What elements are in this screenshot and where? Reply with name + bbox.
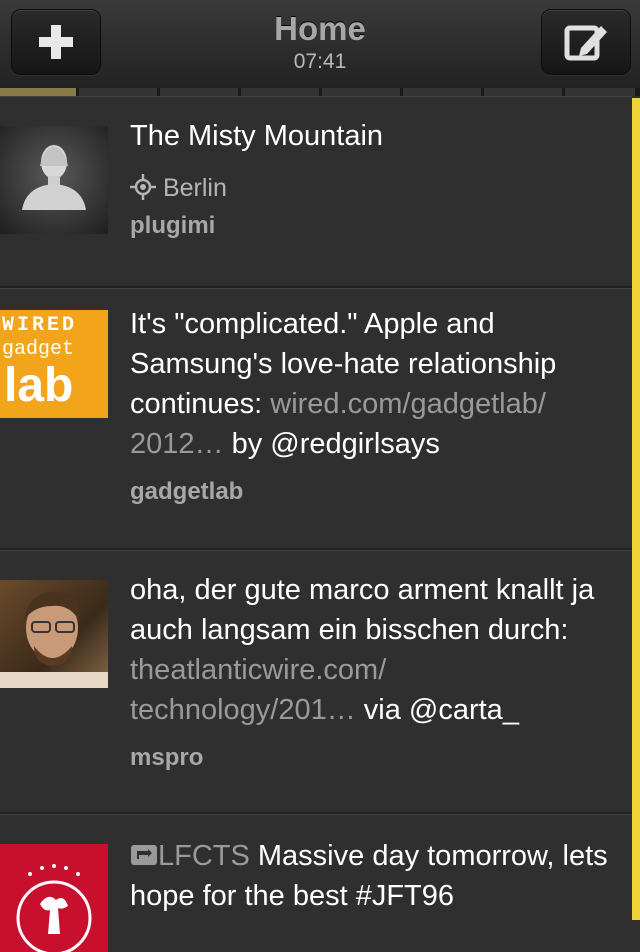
tweet-text: oha, der gute marco arment knallt ja auc… — [130, 570, 620, 730]
tweet-text: It's "complicated." Apple and Samsung's … — [130, 304, 620, 464]
tweet-text-end: via @carta_ — [355, 694, 519, 726]
liverpool-crest-icon — [16, 864, 92, 952]
avatar[interactable] — [0, 844, 108, 952]
tweet-content: LFCTS Massive day tomorrow, lets hope fo… — [130, 836, 620, 916]
compose-button[interactable] — [541, 9, 631, 75]
retweet-icon — [131, 845, 157, 865]
scroll-position-indicator — [632, 98, 640, 920]
location-crosshair-icon — [130, 174, 156, 200]
tweet-content: The Misty Mountain Berlin plugimi — [130, 116, 620, 240]
tab-indicator[interactable] — [403, 88, 481, 96]
tab-indicator[interactable] — [241, 88, 319, 96]
tab-indicator[interactable] — [160, 88, 238, 96]
location-line[interactable]: Berlin — [130, 168, 620, 208]
tweet-username[interactable]: mspro — [130, 744, 620, 772]
tweet-text-start: oha, der gute marco arment knallt ja auc… — [130, 574, 595, 646]
tweet-row[interactable]: LFCTS Massive day tomorrow, lets hope fo… — [0, 814, 632, 952]
avatar[interactable] — [0, 126, 108, 234]
lab-logo-text: lab — [4, 359, 74, 412]
tweet-row[interactable]: oha, der gute marco arment knallt ja auc… — [0, 550, 632, 814]
gadget-logo-text: gadget — [2, 338, 75, 361]
location-name: Berlin — [162, 174, 227, 202]
timeline-feed: The Misty Mountain Berlin plugimi WIRED … — [0, 96, 632, 952]
tab-indicator[interactable] — [322, 88, 400, 96]
tweet-text: LFCTS Massive day tomorrow, lets hope fo… — [130, 836, 620, 916]
retweeted-by[interactable]: LFCTS — [158, 840, 250, 872]
tweet-text-end: by @redgirlsays — [223, 428, 440, 460]
tab-indicator[interactable] — [484, 88, 562, 96]
tab-indicator[interactable] — [79, 88, 157, 96]
bust-sculpture-icon — [22, 145, 86, 210]
person-photo-icon — [0, 591, 108, 688]
navigation-bar: Home 07:41 — [0, 0, 640, 89]
tab-indicator[interactable] — [0, 88, 76, 96]
avatar[interactable] — [0, 580, 108, 688]
avatar[interactable]: WIRED gadget lab — [0, 310, 108, 418]
tweet-link[interactable]: theatlanticwire.com/ technology/201… — [130, 654, 386, 726]
wired-logo-text: WIRED — [2, 314, 78, 337]
timeline-tab-stripe — [0, 88, 640, 96]
tweet-username[interactable]: gadgetlab — [130, 478, 620, 506]
compose-icon — [564, 25, 607, 61]
tweet-content: It's "complicated." Apple and Samsung's … — [130, 304, 620, 506]
tweet-username[interactable]: plugimi — [130, 212, 620, 240]
tweet-text: The Misty Mountain — [130, 120, 384, 152]
tweet-content: oha, der gute marco arment knallt ja auc… — [130, 570, 620, 772]
tab-indicator[interactable] — [565, 88, 635, 96]
tweet-row[interactable]: WIRED gadget lab It's "complicated." App… — [0, 288, 632, 550]
tweet-row[interactable]: The Misty Mountain Berlin plugimi — [0, 96, 632, 288]
